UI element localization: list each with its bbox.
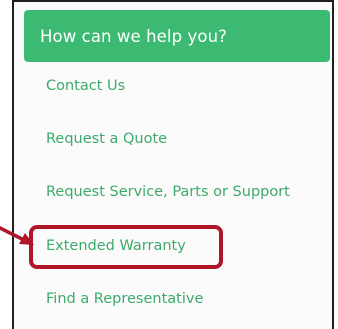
help-menu-header: How can we help you? — [24, 10, 330, 62]
menu-item-contact-us[interactable]: Contact Us — [46, 78, 125, 94]
menu-item-find-representative[interactable]: Find a Representative — [46, 291, 203, 307]
menu-item-request-service[interactable]: Request Service, Parts or Support — [46, 184, 290, 200]
arrow-icon — [0, 226, 34, 245]
menu-item-request-quote[interactable]: Request a Quote — [46, 131, 167, 147]
annotation-highlight-box — [29, 225, 223, 269]
help-menu-title: How can we help you? — [40, 26, 228, 46]
